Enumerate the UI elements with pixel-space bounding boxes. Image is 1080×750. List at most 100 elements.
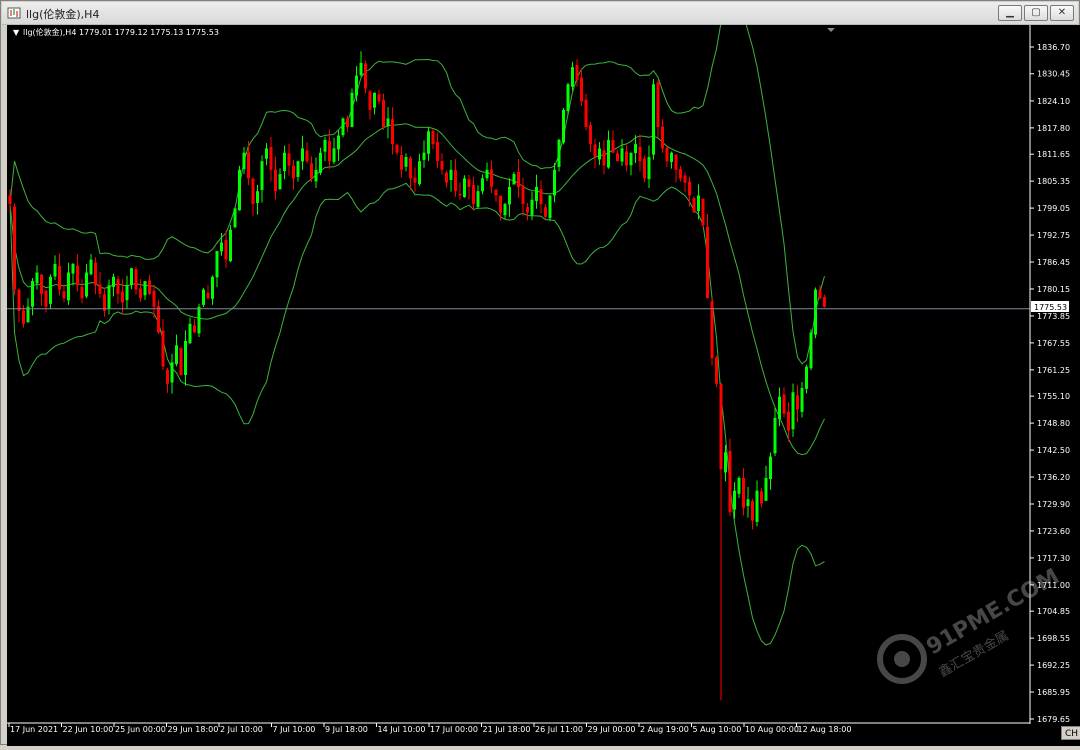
price-tick-label: 1761.25	[1037, 366, 1070, 375]
chart-header-info: llg(伦敦金),H4 1779.01 1779.12 1775.13 1775…	[23, 27, 219, 37]
candle-body	[584, 99, 588, 128]
candle-body	[256, 191, 259, 203]
candle-body	[274, 169, 277, 192]
price-tick-label: 1723.60	[1037, 527, 1070, 536]
candle-body	[395, 144, 399, 153]
candle-body	[526, 207, 529, 213]
candle-body	[683, 175, 687, 183]
candle-body	[260, 161, 264, 191]
candle-body	[656, 82, 660, 128]
candle-body	[49, 276, 52, 304]
chart-canvas[interactable]: ▼ llg(伦敦金),H4 1779.01 1779.12 1775.13 17…	[7, 0, 1080, 746]
candle-body	[71, 263, 75, 274]
candle-body	[67, 272, 70, 301]
candle-body	[170, 362, 174, 383]
candle-body	[701, 198, 705, 226]
candle-body	[706, 226, 709, 299]
candle-body	[112, 276, 115, 287]
candle-body	[359, 62, 363, 76]
candle-body	[715, 357, 718, 384]
candle-body	[148, 280, 151, 294]
candle-body	[566, 84, 570, 111]
price-tick-label: 1773.85	[1037, 312, 1070, 321]
candle-body	[265, 148, 268, 159]
candle-body	[512, 174, 516, 185]
candle-body	[773, 417, 777, 454]
price-axis[interactable]: 1836.70 1830.45 1824.10 1817.80 1811.65 1805.…	[1030, 43, 1070, 724]
candle-body	[328, 141, 331, 162]
candle-body	[769, 456, 772, 480]
price-tick-label: 1755.10	[1037, 392, 1070, 401]
candle-body	[80, 287, 84, 299]
candle-body	[782, 394, 786, 414]
candle-body	[116, 279, 120, 294]
candle-body	[647, 156, 651, 180]
candle-body	[670, 152, 673, 163]
candle-body	[454, 170, 457, 192]
chart-shift-marker-icon[interactable]	[827, 28, 835, 32]
candle-body	[386, 118, 390, 127]
candle-body	[229, 229, 232, 262]
candle-body	[323, 139, 327, 152]
candle-body	[125, 285, 129, 301]
candle-body	[544, 207, 547, 217]
candle-body	[548, 195, 552, 218]
price-tick-label: 1805.35	[1037, 177, 1070, 186]
time-tick-label: 29 Jun 18:00	[168, 725, 219, 734]
candle-body	[319, 152, 322, 173]
candle-body	[364, 63, 367, 89]
title-bar[interactable]: llg(伦敦金),H4 ▁ ▢ ✕	[2, 2, 1078, 25]
price-chart[interactable]: ▼ llg(伦敦金),H4 1779.01 1779.12 1775.13 17…	[7, 0, 1080, 746]
candle-body	[467, 179, 471, 187]
candle-body	[643, 158, 646, 179]
candle-body	[143, 281, 147, 296]
candle-body	[679, 169, 682, 179]
candle-body	[215, 251, 219, 278]
time-tick-label: 7 Jul 10:00	[273, 725, 316, 734]
candle-body	[823, 296, 826, 307]
candle-body	[764, 477, 768, 501]
candle-body	[440, 161, 444, 170]
candle-body	[157, 306, 160, 333]
candle-body	[449, 169, 453, 180]
candle-body	[238, 169, 241, 211]
candle-body	[575, 65, 579, 80]
minimize-button[interactable]: ▁	[998, 5, 1022, 21]
candle-body	[589, 125, 592, 145]
candle-body	[494, 189, 498, 196]
candle-body	[814, 289, 817, 335]
candles	[8, 51, 826, 701]
candle-body	[737, 477, 741, 494]
time-tick-label: 17 Jun 2021	[10, 725, 58, 734]
close-button[interactable]: ✕	[1050, 5, 1074, 21]
candle-body	[58, 266, 61, 290]
time-axis[interactable]: 17 Jun 2021 22 Jun 10:00 25 Jun 00:00 29 Ju…	[8, 723, 851, 734]
candle-body	[638, 146, 642, 162]
price-tick-label: 1748.80	[1037, 419, 1070, 428]
chart-header-arrow[interactable]: ▼	[13, 28, 20, 37]
time-tick-label: 5 Aug 10:00	[693, 725, 742, 734]
chart-tab-stub[interactable]: CH	[1061, 726, 1080, 740]
candle-body	[530, 199, 534, 216]
price-tick-label: 1742.50	[1037, 446, 1070, 455]
candle-body	[800, 388, 804, 412]
maximize-button[interactable]: ▢	[1024, 5, 1048, 21]
time-tick-label: 25 Jun 00:00	[115, 725, 166, 734]
candle-body	[521, 185, 525, 205]
candle-body	[355, 75, 358, 96]
candle-body	[44, 290, 48, 307]
window-title: llg(伦敦金),H4	[26, 8, 100, 21]
candle-body	[445, 172, 448, 183]
candle-body	[224, 239, 228, 260]
candle-body	[431, 130, 435, 145]
candle-body	[805, 366, 808, 389]
candle-body	[161, 330, 165, 367]
candle-body	[778, 396, 781, 419]
price-tick-label: 1836.70	[1037, 43, 1070, 52]
candle-body	[292, 165, 295, 179]
price-tick-label: 1817.80	[1037, 124, 1070, 133]
bollinger-bands	[9, 0, 825, 646]
time-tick-label: 14 Jul 10:00	[378, 725, 426, 734]
candle-body	[269, 147, 273, 170]
candle-body	[418, 161, 421, 185]
